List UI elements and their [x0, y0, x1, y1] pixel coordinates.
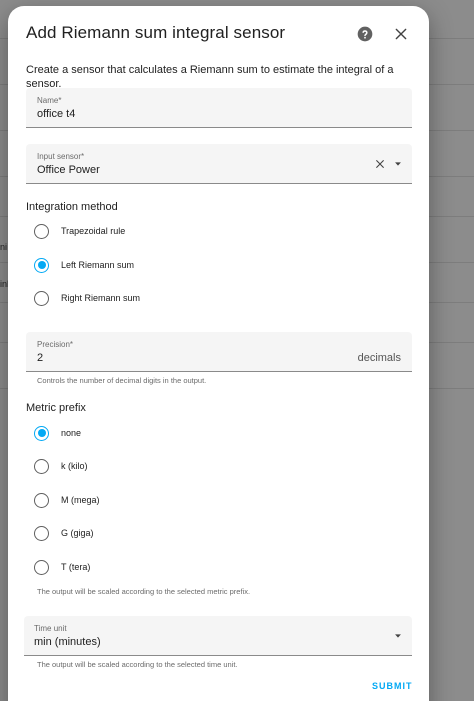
- metric-prefix-helper-text: The output will be scaled according to t…: [37, 587, 251, 596]
- radio-right-riemann[interactable]: Right Riemann sum: [34, 288, 140, 308]
- radio-label: Right Riemann sum: [61, 293, 141, 303]
- radio-label: k (kilo): [61, 461, 88, 471]
- precision-field-label: Precision*: [37, 340, 74, 349]
- time-unit-label: Time unit: [34, 624, 67, 633]
- chevron-down-icon: [395, 634, 401, 638]
- radio-label: Trapezoidal rule: [61, 226, 126, 236]
- radio-label: G (giga): [61, 528, 94, 538]
- radio-label: Left Riemann sum: [61, 260, 135, 270]
- dialog-description: Create a sensor that calculates a Rieman…: [26, 64, 394, 90]
- time-unit-helper-text: The output will be scaled according to t…: [37, 660, 238, 669]
- input-sensor-value: Office Power: [37, 164, 100, 176]
- dialog-header: Add Riemann sum integral sensor: [8, 6, 429, 62]
- close-icon: [376, 160, 384, 168]
- radio-label: M (mega): [61, 495, 100, 505]
- precision-field[interactable]: Precision* 2 decimals: [26, 332, 412, 372]
- radio-button[interactable]: [34, 223, 49, 239]
- name-field-label: Name*: [37, 96, 62, 105]
- time-unit-select[interactable]: Time unit min (minutes): [24, 616, 412, 656]
- integration-method-label: Integration method: [26, 201, 118, 213]
- dialog-title: Add Riemann sum integral sensor: [26, 23, 286, 42]
- add-integration-dialog: Add Riemann sum integral sensor Create a…: [8, 6, 429, 701]
- radio-prefix-giga[interactable]: G (giga): [34, 523, 94, 543]
- radio-prefix-kilo[interactable]: k (kilo): [34, 456, 88, 476]
- clear-input-sensor-button[interactable]: [370, 150, 390, 178]
- input-sensor-select[interactable]: Input sensor* Office Power: [26, 144, 412, 184]
- close-icon: [395, 28, 407, 40]
- radio-button[interactable]: [34, 492, 49, 508]
- radio-left-riemann[interactable]: Left Riemann sum: [34, 255, 134, 275]
- help-button[interactable]: [350, 19, 380, 49]
- radio-button[interactable]: [34, 559, 49, 575]
- precision-helper-text: Controls the number of decimal digits in…: [37, 376, 207, 385]
- radio-button[interactable]: [34, 458, 49, 474]
- radio-button[interactable]: [34, 525, 49, 541]
- precision-field-value: 2: [37, 352, 44, 364]
- help-circle-icon: [357, 26, 373, 42]
- precision-field-suffix: decimals: [357, 352, 401, 364]
- time-unit-dropdown-button[interactable]: [388, 622, 408, 650]
- close-button[interactable]: [386, 19, 416, 49]
- name-field[interactable]: Name* office t4: [26, 88, 412, 128]
- radio-prefix-mega[interactable]: M (mega): [34, 490, 100, 510]
- radio-button-checked[interactable]: [34, 425, 49, 441]
- time-unit-value: min (minutes): [34, 636, 101, 648]
- radio-label: T (tera): [61, 562, 91, 572]
- input-sensor-label: Input sensor*: [37, 152, 85, 161]
- background-text-fragment: ni: [0, 242, 8, 252]
- radio-trapezoidal[interactable]: Trapezoidal rule: [34, 221, 125, 241]
- input-sensor-dropdown-button[interactable]: [388, 150, 408, 178]
- submit-button[interactable]: SUBMIT: [372, 681, 413, 691]
- chevron-down-icon: [395, 162, 401, 166]
- name-field-value: office t4: [37, 108, 76, 120]
- radio-prefix-tera[interactable]: T (tera): [34, 557, 90, 577]
- radio-button[interactable]: [34, 290, 49, 306]
- radio-label: none: [61, 428, 82, 438]
- radio-button-checked[interactable]: [34, 257, 49, 273]
- radio-prefix-none[interactable]: none: [34, 423, 81, 443]
- metric-prefix-label: Metric prefix: [26, 402, 86, 414]
